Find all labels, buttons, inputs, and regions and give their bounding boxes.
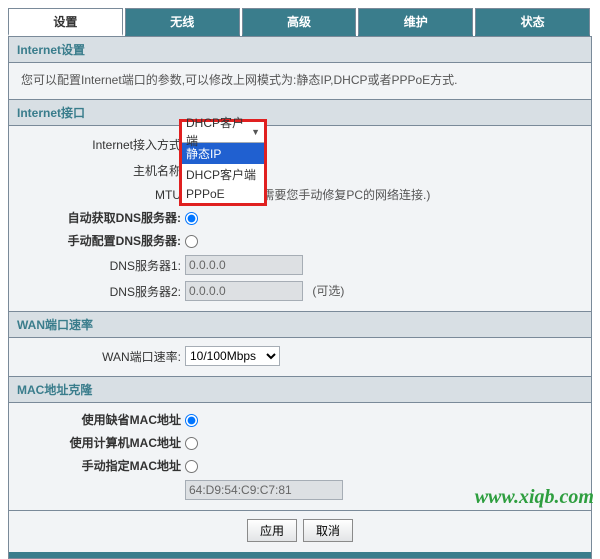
radio-auto-dns[interactable] xyxy=(185,212,198,225)
page-root: 设置 无线 高级 维护 状态 Internet设置 您可以配置Internet端… xyxy=(0,0,600,513)
tab-status[interactable]: 状态 xyxy=(475,8,590,36)
radio-mac-manual[interactable] xyxy=(185,460,198,473)
label-mac-default: 使用缺省MAC地址 xyxy=(21,411,181,428)
apply-button[interactable]: 应用 xyxy=(247,519,297,542)
label-manual-dns: 手动配置DNS服务器: xyxy=(21,232,181,249)
dropdown-highlight: DHCP客户端 ▼ 静态IP DHCP客户端 PPPoE xyxy=(179,119,267,206)
dns2-input[interactable] xyxy=(185,281,303,301)
wan-speed-select[interactable]: 10/100Mbps xyxy=(185,346,280,366)
watermark: www.xiqb.com xyxy=(475,486,594,509)
access-mode-selected[interactable]: DHCP客户端 ▼ xyxy=(182,122,264,143)
tab-advanced[interactable]: 高级 xyxy=(242,8,357,36)
dns1-input[interactable] xyxy=(185,255,303,275)
tab-maintenance[interactable]: 维护 xyxy=(358,8,473,36)
label-mtu: MTU xyxy=(21,188,181,202)
chevron-down-icon: ▼ xyxy=(251,123,260,141)
label-wan-speed: WAN端口速率: xyxy=(21,348,181,365)
internet-settings-desc: 您可以配置Internet端口的参数,可以修改上网模式为:静态IP,DHCP或者… xyxy=(21,71,579,89)
section-mac-header: MAC地址克隆 xyxy=(9,376,591,403)
label-access-mode: Internet接入方式 xyxy=(21,136,181,153)
tab-settings[interactable]: 设置 xyxy=(8,8,123,36)
content-area: Internet设置 您可以配置Internet端口的参数,可以修改上网模式为:… xyxy=(8,36,592,559)
label-mac-manual: 手动指定MAC地址 xyxy=(21,457,181,474)
section-internet-settings-header: Internet设置 xyxy=(9,36,591,63)
section-wan-header: WAN端口速率 xyxy=(9,311,591,338)
label-dns2: DNS服务器2: xyxy=(21,283,181,300)
label-auto-dns: 自动获取DNS服务器: xyxy=(21,209,181,226)
dns2-optional: (可选) xyxy=(312,284,344,298)
access-mode-dropdown[interactable]: DHCP客户端 ▼ 静态IP DHCP客户端 PPPoE xyxy=(179,119,267,206)
access-mode-option-pppoe[interactable]: PPPoE xyxy=(182,185,264,203)
section-wan-body: WAN端口速率: 10/100Mbps xyxy=(9,338,591,376)
radio-mac-pc[interactable] xyxy=(185,437,198,450)
access-mode-option-dhcp[interactable]: DHCP客户端 xyxy=(182,164,264,185)
mac-input[interactable] xyxy=(185,480,343,500)
button-row: 应用 取消 xyxy=(9,510,591,552)
tab-wireless[interactable]: 无线 xyxy=(125,8,240,36)
radio-manual-dns[interactable] xyxy=(185,235,198,248)
label-mac-pc: 使用计算机MAC地址 xyxy=(21,434,181,451)
section-internet-if-header: Internet接口 xyxy=(9,99,591,126)
main-tabs: 设置 无线 高级 维护 状态 xyxy=(8,8,592,36)
radio-mac-default[interactable] xyxy=(185,414,198,427)
label-host: 主机名称 xyxy=(21,162,181,179)
label-dns1: DNS服务器1: xyxy=(21,257,181,274)
section-internet-if-body: Internet接入方式 主机名称 MTU 置后需要您手动修复PC的网络连接.)… xyxy=(9,126,591,311)
section-internet-settings-body: 您可以配置Internet端口的参数,可以修改上网模式为:静态IP,DHCP或者… xyxy=(9,63,591,99)
cancel-button[interactable]: 取消 xyxy=(303,519,353,542)
footer-bar xyxy=(9,552,591,558)
